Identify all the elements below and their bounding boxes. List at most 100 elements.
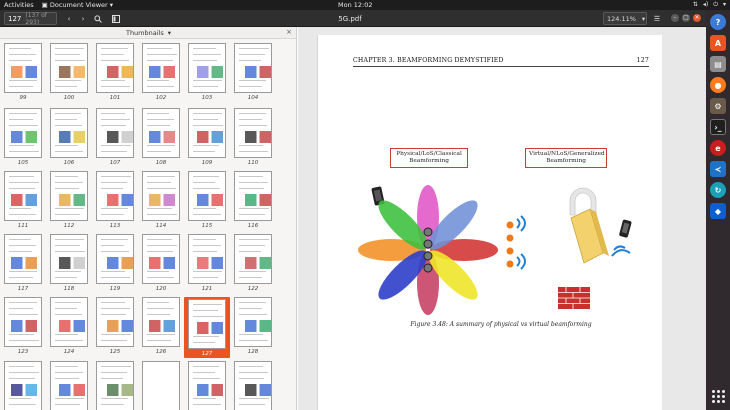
antenna-array xyxy=(506,215,526,270)
thumbnail-image xyxy=(50,297,88,347)
thumbnail-page[interactable]: 119 xyxy=(92,234,138,292)
previous-page-button[interactable]: ‹ xyxy=(64,12,74,25)
thumbnail-page[interactable]: 103 xyxy=(184,43,230,101)
files-icon[interactable]: ▤ xyxy=(710,56,726,72)
sidebar-close-icon[interactable]: × xyxy=(286,28,292,36)
app-menu[interactable]: ▣ Document Viewer ▾ xyxy=(42,0,113,10)
thumbnail-label: 123 xyxy=(17,349,29,355)
thumbnail-image xyxy=(96,234,134,284)
brick-wall-icon xyxy=(558,287,590,309)
show-applications-button[interactable] xyxy=(710,388,726,404)
thumbnail-page[interactable]: 101 xyxy=(92,43,138,101)
thumbnail-label: 107 xyxy=(109,160,121,166)
thumbnail-image xyxy=(188,234,226,284)
thumbnail-page[interactable]: 114 xyxy=(138,171,184,229)
thumbnail-image xyxy=(50,234,88,284)
thumbnail-page[interactable]: 126 xyxy=(138,297,184,355)
thumbnail-image xyxy=(96,43,134,93)
beamforming-figure xyxy=(358,185,632,315)
next-page-button[interactable]: › xyxy=(78,12,88,25)
app-menu-label: Document Viewer xyxy=(49,1,108,9)
thumbnail-image xyxy=(142,234,180,284)
thumbnail-page[interactable]: 104 xyxy=(230,43,276,101)
page-number-input[interactable]: 127 (137 of 293) xyxy=(4,12,57,26)
thumbnail-page[interactable]: 106 xyxy=(46,108,92,166)
zoom-selector[interactable]: 124.11% ▾ xyxy=(603,12,647,25)
thumbnail-label: 113 xyxy=(109,223,121,229)
thumbnail-page[interactable]: 99 xyxy=(0,43,46,101)
maximize-button[interactable]: □ xyxy=(682,14,690,22)
chevron-down-icon: ▾ xyxy=(167,28,172,37)
thumbnail-page[interactable]: 107 xyxy=(92,108,138,166)
thumbnail-label: 111 xyxy=(17,223,29,229)
thumbnail-page[interactable]: 113 xyxy=(92,171,138,229)
thumbnail-page[interactable]: 116 xyxy=(230,171,276,229)
pdf-page: CHAPTER 3. BEAMFORMING DEMYSTIFIED 127 P… xyxy=(317,35,662,410)
minimize-button[interactable]: – xyxy=(671,14,679,22)
thumbnail-page[interactable]: 123 xyxy=(0,297,46,355)
thumbnail-page[interactable]: 115 xyxy=(184,171,230,229)
software-center-icon[interactable]: A xyxy=(710,35,726,51)
thumbnail-page[interactable]: 117 xyxy=(0,234,46,292)
thumbnail-label: 122 xyxy=(247,286,259,292)
sync-icon[interactable]: ↻ xyxy=(710,182,726,198)
thumbnail-page[interactable]: 102 xyxy=(138,43,184,101)
thumbnail-label: 125 xyxy=(109,349,121,355)
document-viewer-icon[interactable]: e xyxy=(710,140,726,156)
thumbnail-page[interactable]: 122 xyxy=(230,234,276,292)
thumbnail-grid: 99 100 101 102 103 104 105 106 107 108 109 110 111 11… xyxy=(0,39,296,410)
thumbnail-page[interactable]: 110 xyxy=(230,108,276,166)
thumbnail-page[interactable]: 112 xyxy=(46,171,92,229)
thumbnail-page[interactable] xyxy=(138,361,184,410)
thumbnail-label: 108 xyxy=(155,160,167,166)
zoom-value: 124.11% xyxy=(607,14,636,23)
thumbnail-image xyxy=(188,43,226,93)
thumbnail-page[interactable]: 125 xyxy=(92,297,138,355)
thumbnail-page[interactable] xyxy=(92,361,138,410)
sidebar-toggle-button[interactable] xyxy=(110,12,121,25)
activities-button[interactable]: Activities xyxy=(4,0,34,10)
sidebar-mode-selector[interactable]: Thumbnails ▾ × xyxy=(0,27,296,39)
system-tray[interactable]: ⇅ ◂) ⏻ ▾ xyxy=(693,0,726,10)
thumbnail-page[interactable] xyxy=(46,361,92,410)
close-button[interactable]: × xyxy=(693,14,701,22)
thumbnail-label: 124 xyxy=(63,349,75,355)
thumbnail-label: 120 xyxy=(155,286,167,292)
thumbnail-page[interactable]: 121 xyxy=(184,234,230,292)
thumbnail-page[interactable]: 100 xyxy=(46,43,92,101)
signal-waves xyxy=(611,245,631,257)
thumbnail-page[interactable]: 120 xyxy=(138,234,184,292)
thumbnail-page[interactable]: 127 xyxy=(184,297,230,358)
header-bar: 127 (137 of 293) ‹ › 5G.pdf 124.11% ▾ ☰ … xyxy=(0,10,706,27)
thumbnail-label: 115 xyxy=(201,223,213,229)
thumbnail-page[interactable]: 109 xyxy=(184,108,230,166)
thumbnail-image xyxy=(188,171,226,221)
thumbnail-image xyxy=(142,171,180,221)
thumbnail-page[interactable] xyxy=(230,361,276,410)
clock[interactable]: Mon 12:02 xyxy=(338,0,373,10)
power-icon: ⏻ xyxy=(713,1,718,8)
thumbnail-image xyxy=(234,234,272,284)
document-view[interactable]: CHAPTER 3. BEAMFORMING DEMYSTIFIED 127 P… xyxy=(298,27,706,410)
thumbnail-page[interactable]: 108 xyxy=(138,108,184,166)
vscode-icon[interactable]: ≺ xyxy=(710,161,726,177)
thumbnail-label: 106 xyxy=(63,160,75,166)
chevron-down-icon: ▾ xyxy=(109,1,114,9)
thumbnail-page[interactable] xyxy=(0,361,46,410)
thumbnail-page[interactable]: 111 xyxy=(0,171,46,229)
thumbnail-page[interactable]: 118 xyxy=(46,234,92,292)
minimize-icon: – xyxy=(673,14,677,21)
firefox-icon[interactable]: ● xyxy=(710,77,726,93)
settings-icon[interactable]: ⚙ xyxy=(710,98,726,114)
terminal-icon[interactable]: ›_ xyxy=(710,119,726,135)
thumbnail-page[interactable] xyxy=(184,361,230,410)
menu-button[interactable]: ☰ xyxy=(652,12,662,25)
search-button[interactable] xyxy=(93,12,103,25)
dropbox-icon[interactable]: ◆ xyxy=(710,203,726,219)
thumbnail-page[interactable]: 105 xyxy=(0,108,46,166)
ubuntu-dock: ? A ▤ ● ⚙ ›_ e ≺ ↻ ◆ xyxy=(706,10,730,410)
thumbnail-page[interactable]: 124 xyxy=(46,297,92,355)
thumbnail-label: 127 xyxy=(201,351,213,357)
help-icon[interactable]: ? xyxy=(710,14,726,30)
thumbnail-page[interactable]: 128 xyxy=(230,297,276,355)
